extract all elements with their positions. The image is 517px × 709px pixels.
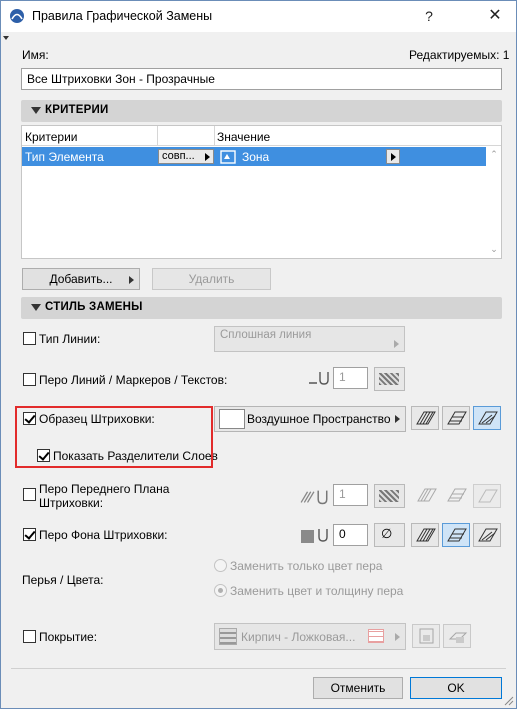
brick-icon xyxy=(368,629,384,643)
foreground-color-swatch-icon[interactable] xyxy=(374,484,405,508)
operator-button[interactable]: совп... xyxy=(158,149,214,164)
collapse-triangle-icon xyxy=(31,304,41,311)
fill-orientation-disabled-icon-3 xyxy=(473,484,501,508)
foreground-pen-label-line1: Перо Переднего Плана xyxy=(39,482,170,496)
pen-thickness-icon xyxy=(318,529,328,542)
col-divider xyxy=(214,126,215,146)
surface-value: Кирпич - Ложковая... xyxy=(241,630,356,644)
operator-label: совп... xyxy=(162,150,195,162)
col-value-header: Значение xyxy=(217,130,271,144)
foreground-pen-checkbox[interactable] xyxy=(23,488,36,501)
surface-checkbox[interactable] xyxy=(23,630,36,643)
pen-thickness-icon xyxy=(309,372,329,385)
replace-color-and-weight-radio[interactable] xyxy=(214,584,227,597)
close-button[interactable]: ✕ xyxy=(483,6,507,26)
name-input[interactable]: Все Штриховки Зон - Прозрачные xyxy=(21,68,502,90)
swatch-pattern xyxy=(379,373,399,385)
value-picker-button[interactable] xyxy=(386,149,400,164)
replace-color-only-radio[interactable] xyxy=(214,559,227,572)
archicad-app-icon xyxy=(10,9,24,23)
surface-settings-icon-1[interactable] xyxy=(412,624,440,648)
name-label: Имя: xyxy=(22,48,49,62)
triangle-right-icon xyxy=(395,415,400,423)
background-pen-label: Перо Фона Штриховки: xyxy=(39,528,168,542)
criteria-header-label: КРИТЕРИИ xyxy=(45,104,109,116)
fill-orientation-icon-3[interactable] xyxy=(473,406,501,430)
line-type-checkbox[interactable] xyxy=(23,332,36,345)
zone-icon xyxy=(220,150,236,164)
scroll-down-icon[interactable]: ⌄ xyxy=(489,244,499,254)
triangle-right-icon xyxy=(129,276,134,284)
criteria-table-header: Критерии Значение xyxy=(22,126,501,146)
line-type-dropdown[interactable]: Сплошная линия xyxy=(214,326,405,352)
dialog-window: Правила Графической Замены ? ✕ Имя: Реда… xyxy=(0,0,517,709)
line-pen-checkbox[interactable] xyxy=(23,373,36,386)
title-bar: Правила Графической Замены ? ✕ xyxy=(1,1,516,32)
fill-pattern-value: Воздушное Пространство xyxy=(247,412,391,426)
swatch-pattern xyxy=(379,490,399,502)
criteria-row[interactable]: Тип Элемента совп... Зона xyxy=(22,147,486,166)
surface-picker[interactable]: Кирпич - Ложковая... xyxy=(214,623,406,650)
triangle-right-icon xyxy=(205,153,210,161)
col-divider xyxy=(157,126,158,146)
line-type-label: Тип Линии: xyxy=(39,332,101,346)
background-pen-value: 0 xyxy=(339,527,346,541)
scroll-up-icon[interactable]: ⌃ xyxy=(489,149,499,159)
highlight-frame xyxy=(15,406,213,468)
corner-marker-icon xyxy=(3,36,9,40)
fill-pattern-picker[interactable]: Воздушное Пространство xyxy=(214,406,406,432)
fill-preview-swatch xyxy=(219,409,245,429)
style-section-header[interactable]: СТИЛЬ ЗАМЕНЫ xyxy=(21,297,502,319)
fill-orientation-disabled-icon-2 xyxy=(447,488,467,502)
window-title: Правила Графической Замены xyxy=(32,9,213,23)
surface-preview-icon xyxy=(219,628,237,645)
cancel-button[interactable]: Отменить xyxy=(313,677,403,699)
line-pen-label: Перо Линий / Маркеров / Текстов: xyxy=(39,373,228,387)
foreground-pen-value: 1 xyxy=(339,487,346,501)
fill-orientation-icon-1[interactable] xyxy=(411,406,439,430)
triangle-right-icon xyxy=(391,153,396,161)
line-pen-input[interactable]: 1 xyxy=(333,367,368,389)
criteria-table: Критерии Значение Тип Элемента совп... З… xyxy=(21,125,502,259)
col-criteria-header: Критерии xyxy=(25,130,78,144)
background-pen-input[interactable]: 0 xyxy=(333,524,368,546)
foreground-pen-label-line2: Штриховки: xyxy=(39,496,104,510)
replace-color-and-weight-label: Заменить цвет и толщину пера xyxy=(230,584,404,598)
criteria-row-value: Зона xyxy=(242,150,270,164)
fill-orientation-icon-2[interactable] xyxy=(442,406,470,430)
footer-divider xyxy=(11,668,506,669)
dropdown-arrow-icon xyxy=(394,340,399,348)
line-pen-value: 1 xyxy=(339,370,346,384)
foreground-pen-input[interactable]: 1 xyxy=(333,484,368,506)
resize-grip-icon[interactable] xyxy=(504,696,514,706)
style-header-label: СТИЛЬ ЗАМЕНЫ xyxy=(45,301,143,313)
bg-orientation-icon-2[interactable] xyxy=(442,523,470,547)
ok-button[interactable]: OK xyxy=(410,677,502,699)
background-pen-checkbox[interactable] xyxy=(23,528,36,541)
background-color-square-icon xyxy=(301,530,314,543)
criteria-row-criterion: Тип Элемента xyxy=(25,150,104,164)
replace-color-only-label: Заменить только цвет пера xyxy=(230,559,383,573)
collapse-triangle-icon xyxy=(31,107,41,114)
add-button-label: Добавить... xyxy=(49,272,113,286)
remove-criterion-button[interactable]: Удалить xyxy=(152,268,271,290)
surface-label: Покрытие: xyxy=(39,630,98,644)
add-criterion-button[interactable]: Добавить... xyxy=(22,268,140,290)
editable-count: Редактируемых: 1 xyxy=(409,48,510,62)
bg-orientation-icon-3[interactable] xyxy=(473,523,501,547)
bg-orientation-icon-1[interactable] xyxy=(411,523,439,547)
transparent-pen-icon[interactable]: ∅ xyxy=(374,523,405,547)
pens-colors-label: Перья / Цвета: xyxy=(22,573,104,587)
help-button[interactable]: ? xyxy=(417,6,441,26)
hatch-pen-icon xyxy=(300,490,328,505)
criteria-scrollbar[interactable]: ⌃ ⌄ xyxy=(487,146,501,258)
criteria-section-header[interactable]: КРИТЕРИИ xyxy=(21,100,502,122)
empty-set-glyph: ∅ xyxy=(381,526,393,541)
fill-orientation-disabled-icon-1 xyxy=(417,488,437,502)
surface-settings-icon-2[interactable] xyxy=(443,624,471,648)
pen-color-swatch-icon[interactable] xyxy=(374,367,405,391)
line-type-value: Сплошная линия xyxy=(220,329,312,341)
triangle-right-icon xyxy=(395,633,400,641)
